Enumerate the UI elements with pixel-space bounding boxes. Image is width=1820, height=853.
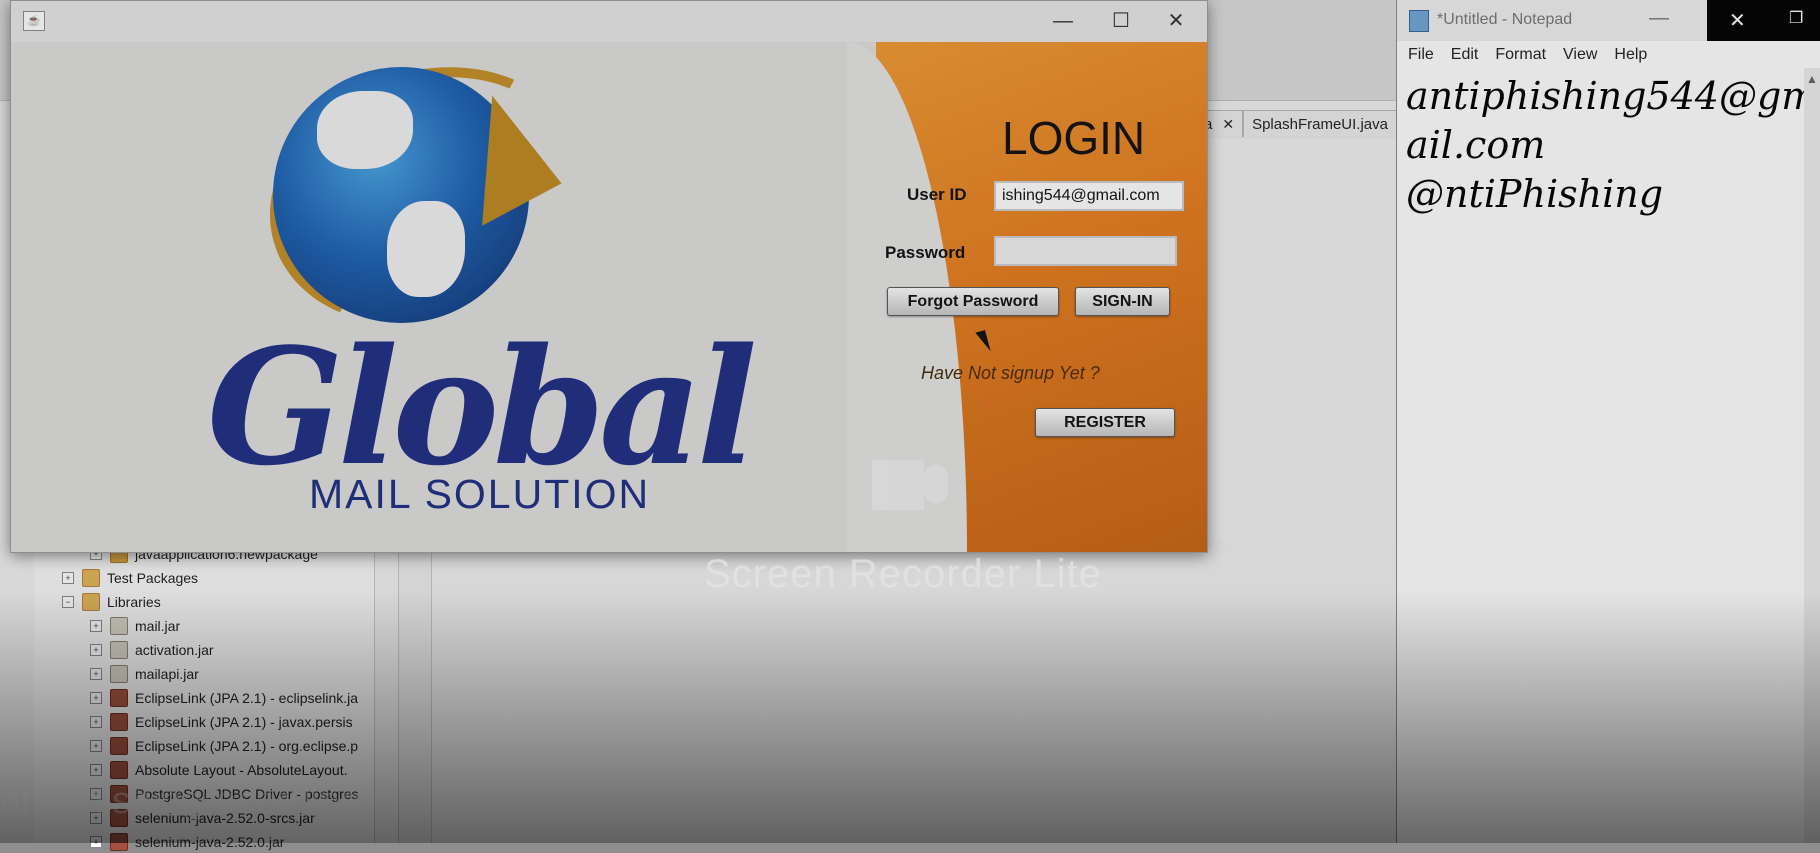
tree-item-label: EclipseLink (JPA 2.1) - eclipselink.ja [135,690,359,706]
microphone-icon [924,465,948,503]
password-input[interactable] [994,236,1177,266]
menu-file[interactable]: File [1408,46,1434,64]
tree-item-label: Absolute Layout - AbsoluteLayout. [135,762,348,778]
login-title: LOGIN [1002,112,1146,164]
user-id-label: User ID [907,185,967,204]
tree-item[interactable]: + mail.jar [90,615,180,637]
window-controls: ✕ ❐ [1707,0,1820,41]
tree-item[interactable]: + selenium-java-2.52.0.jar [90,831,284,853]
login-titlebar[interactable]: ☕ — ☐ ✕ [11,1,1207,42]
notepad-line: antiphishing544@gm [1406,74,1818,118]
library-icon [110,737,128,755]
bottom-watermark: antiphishingrecording [0,780,362,822]
recorder-logo-icon [868,440,964,536]
notepad-window: *Untitled - Notepad — ✕ ❐ File Edit Form… [1396,0,1820,843]
notepad-text-area[interactable]: antiphishing544@gm ail.com @ntiPhishing [1406,72,1818,219]
clapperboard-icon [872,460,924,510]
restore-icon[interactable]: ❐ [1789,8,1803,28]
login-window: ☕ — ☐ ✕ Global MAIL SOLUTION LOGIN User … [10,0,1208,553]
minimize-icon[interactable]: — [1043,7,1083,35]
tree-item-label: EclipseLink (JPA 2.1) - org.eclipse.p [135,738,359,754]
brand-tagline: MAIL SOLUTION [309,471,651,517]
tree-item[interactable]: + EclipseLink (JPA 2.1) - org.eclipse.p [90,735,358,757]
tree-item-label: selenium-java-2.52.0.jar [135,834,285,850]
library-icon [110,713,128,731]
sign-in-button[interactable]: SIGN-IN [1075,287,1170,316]
notepad-icon [1409,10,1429,32]
tree-item-label: mail.jar [135,618,181,634]
tree-item-libraries[interactable]: − Libraries [62,591,161,613]
collapse-icon[interactable]: − [62,596,74,608]
tree-item[interactable]: + activation.jar [90,639,214,661]
continent-north-america [317,91,413,169]
tree-item[interactable]: + EclipseLink (JPA 2.1) - javax.persis [90,711,353,733]
tree-item-label: EclipseLink (JPA 2.1) - javax.persis [135,714,353,730]
tree-item[interactable]: + EclipseLink (JPA 2.1) - eclipselink.ja [90,687,358,709]
notepad-titlebar[interactable]: *Untitled - Notepad — ✕ ❐ [1397,0,1820,41]
expand-icon[interactable]: + [90,740,102,752]
tree-item-label: Test Packages [107,570,199,586]
close-icon[interactable]: ✕ [1156,7,1196,35]
library-icon [110,689,128,707]
continent-south-america [387,201,465,297]
java-app-icon: ☕ [23,11,45,31]
expand-icon[interactable]: + [62,572,74,584]
editor-tab-splashframeui[interactable]: SplashFrameUI.java [1243,110,1397,137]
expand-icon[interactable]: + [90,716,102,728]
tree-item-test-packages[interactable]: + Test Packages [62,567,198,589]
notepad-line: @ntiPhishing [1406,172,1664,216]
library-icon [110,833,128,851]
close-icon[interactable]: ✕ [1729,8,1746,33]
pane-divider[interactable] [398,540,432,843]
tree-item-label: activation.jar [135,642,214,658]
scroll-up-icon[interactable]: ▲ [1806,72,1818,86]
brand-name: Global [207,313,757,501]
notepad-menu-bar: File Edit Format View Help [1397,41,1820,68]
password-label: Password [885,243,966,262]
menu-view[interactable]: View [1563,46,1597,64]
library-icon [110,761,128,779]
close-tab-icon[interactable]: ✕ [1222,116,1234,133]
folder-icon [82,593,100,611]
tree-item-label: Libraries [107,594,161,610]
minimize-icon[interactable]: — [1649,7,1669,30]
tree-item-label: mailapi.jar [135,666,199,682]
register-button[interactable]: REGISTER [1035,408,1175,437]
jar-icon [110,641,128,659]
menu-edit[interactable]: Edit [1451,46,1479,64]
recorder-watermark: Screen Recorder Lite [704,552,1102,596]
expand-icon[interactable]: + [90,620,102,632]
editor-tab-strip: a ✕ SplashFrameUI.java [1195,110,1397,138]
jar-icon [110,617,128,635]
signup-question: Have Not signup Yet ? [921,363,1100,383]
forgot-password-button[interactable]: Forgot Password [887,287,1059,316]
jar-icon [110,665,128,683]
maximize-icon[interactable]: ☐ [1101,7,1141,35]
expand-icon[interactable]: + [90,644,102,656]
expand-icon[interactable]: + [90,764,102,776]
notepad-scrollbar[interactable]: ▲ [1804,68,1820,843]
menu-format[interactable]: Format [1495,46,1546,64]
tree-item[interactable]: + Absolute Layout - AbsoluteLayout. [90,759,347,781]
folder-icon [82,569,100,587]
user-id-input[interactable] [994,181,1184,211]
tree-item[interactable]: + mailapi.jar [90,663,199,685]
menu-help[interactable]: Help [1614,46,1647,64]
expand-icon[interactable]: + [90,668,102,680]
expand-icon[interactable]: + [90,836,102,848]
editor-tab-label: SplashFrameUI.java [1252,115,1388,133]
notepad-title: *Untitled - Notepad [1437,11,1573,28]
expand-icon[interactable]: + [90,692,102,704]
notepad-line: ail.com [1406,123,1546,167]
